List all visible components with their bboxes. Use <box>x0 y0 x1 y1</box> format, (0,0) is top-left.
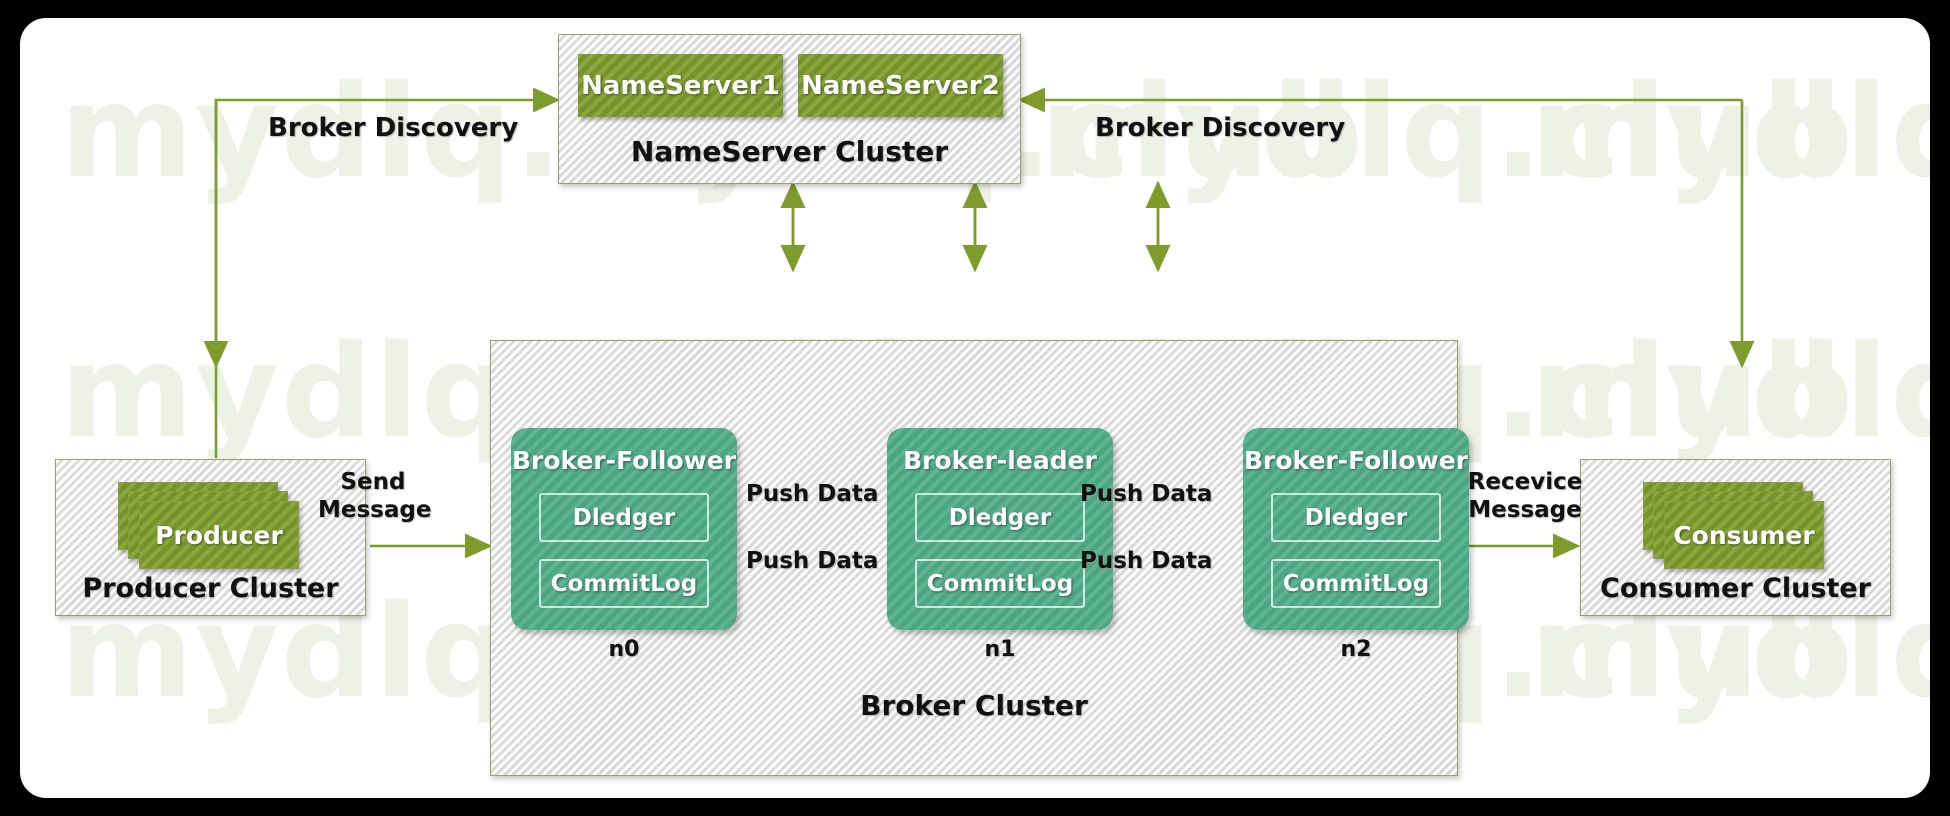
broker-node-n1-commitlog-label: CommitLog <box>926 570 1074 597</box>
broker-node-n1-commitlog[interactable]: CommitLog <box>915 559 1085 608</box>
broker-node-n2-commitlog-label: CommitLog <box>1282 570 1430 597</box>
label-receive-message-line1: Recevice <box>1467 469 1583 495</box>
watermark: mydlq.club <box>1530 318 1930 467</box>
consumer-cluster[interactable]: Consumer Consumer Cluster <box>1580 459 1891 616</box>
broker-node-n2-title: Broker-Follower <box>1243 446 1469 475</box>
label-push-data-left-top: Push Data <box>746 481 879 507</box>
nameserver-node-1-label: NameServer1 <box>581 70 780 101</box>
broker-node-n0-dledger-label: Dledger <box>572 504 676 531</box>
label-broker-discovery-left: Broker Discovery <box>268 113 519 143</box>
label-push-data-left-bottom: Push Data <box>746 548 879 574</box>
producer-stack[interactable]: Producer <box>118 482 308 572</box>
consumer-cluster-title: Consumer Cluster <box>1600 573 1871 604</box>
diagram-canvas: mydlq.club mydlq.club mydlq.club mydlq.c… <box>20 18 1930 798</box>
broker-node-n2-dledger-label: Dledger <box>1304 504 1408 531</box>
broker-node-n0-tag: n0 <box>608 637 640 662</box>
broker-node-n1-dledger[interactable]: Dledger <box>915 493 1085 542</box>
nameserver-node-2-label: NameServer2 <box>801 70 1000 101</box>
watermark: mydlq.club <box>1530 58 1930 207</box>
label-broker-discovery-right: Broker Discovery <box>1095 113 1346 143</box>
image-frame: mydlq.club mydlq.club mydlq.club mydlq.c… <box>0 0 1950 816</box>
broker-node-n1-tag: n1 <box>984 637 1016 662</box>
label-push-data-right-top: Push Data <box>1080 481 1213 507</box>
broker-node-n0[interactable]: Broker-Follower Dledger CommitLog <box>511 428 737 630</box>
broker-node-n0-title: Broker-Follower <box>511 446 737 475</box>
broker-node-n2-commitlog[interactable]: CommitLog <box>1271 559 1441 608</box>
nameserver-node-2[interactable]: NameServer2 <box>798 54 1003 117</box>
nameserver-node-1[interactable]: NameServer1 <box>578 54 783 117</box>
broker-node-n2-tag: n2 <box>1340 637 1372 662</box>
broker-node-n0-commitlog[interactable]: CommitLog <box>539 559 709 608</box>
nameserver-cluster-title: NameServer Cluster <box>630 135 949 168</box>
consumer-stack[interactable]: Consumer <box>1643 482 1833 572</box>
broker-node-n2-dledger[interactable]: Dledger <box>1271 493 1441 542</box>
label-send-message: Send Message <box>318 468 432 524</box>
producer-node-label: Producer <box>155 520 283 550</box>
broker-cluster[interactable]: Broker-Follower Dledger CommitLog n0 Bro… <box>490 340 1469 776</box>
consumer-card-front[interactable]: Consumer <box>1664 501 1824 569</box>
label-receive-message: Recevice Message <box>1460 468 1590 524</box>
broker-node-n0-commitlog-label: CommitLog <box>550 570 698 597</box>
broker-node-n2[interactable]: Broker-Follower Dledger CommitLog <box>1243 428 1469 630</box>
label-send-message-line1: Send <box>340 469 406 495</box>
broker-node-n1-dledger-label: Dledger <box>948 504 1052 531</box>
nameserver-cluster[interactable]: NameServer1 NameServer2 NameServer Clust… <box>558 34 1021 184</box>
producer-cluster-title: Producer Cluster <box>82 573 339 604</box>
label-send-message-line2: Message <box>318 497 432 523</box>
consumer-node-label: Consumer <box>1673 520 1815 550</box>
label-receive-message-line2: Message <box>1468 497 1582 523</box>
broker-node-n1[interactable]: Broker-leader Dledger CommitLog <box>887 428 1113 630</box>
broker-node-n0-dledger[interactable]: Dledger <box>539 493 709 542</box>
broker-cluster-title: Broker Cluster <box>860 689 1088 722</box>
producer-card-front[interactable]: Producer <box>139 501 299 569</box>
label-push-data-right-bottom: Push Data <box>1080 548 1213 574</box>
broker-node-n1-title: Broker-leader <box>903 446 1097 475</box>
